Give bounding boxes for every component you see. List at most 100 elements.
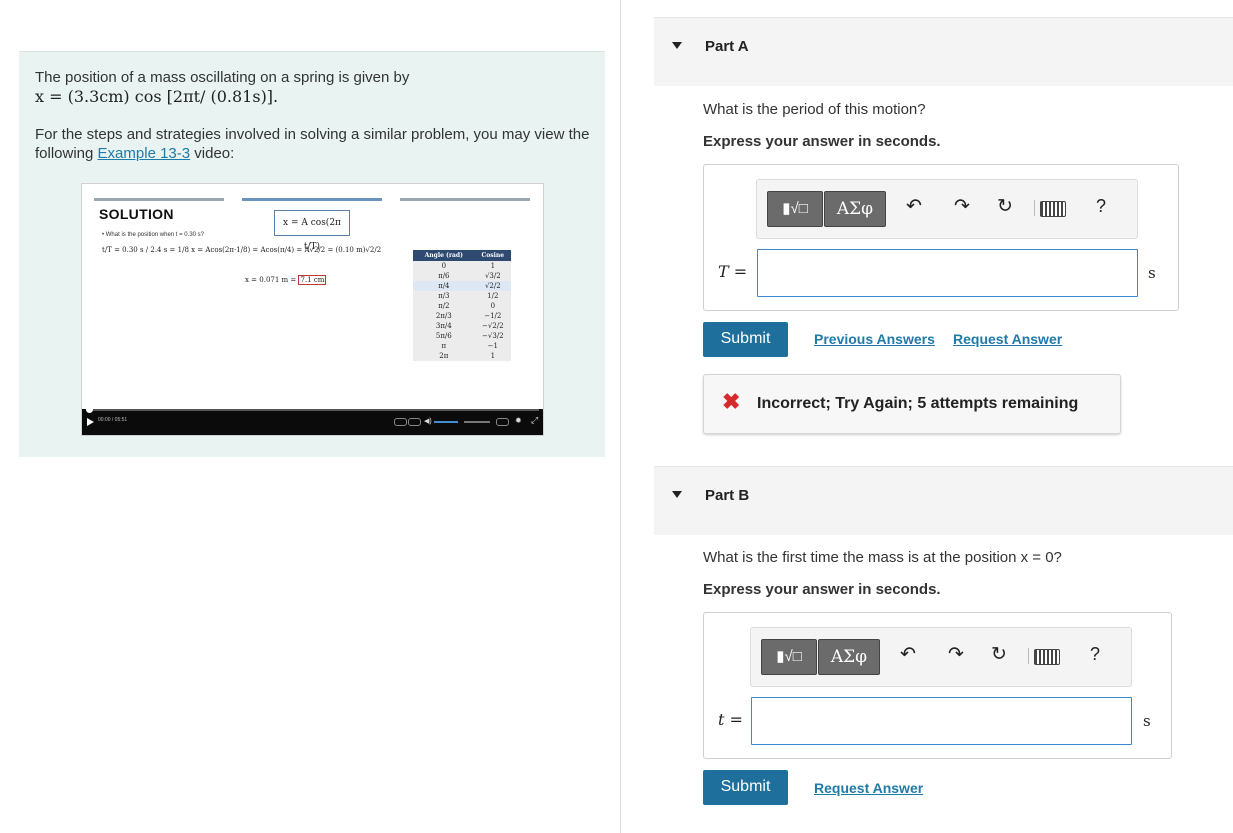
toolbar-separator <box>1034 200 1035 216</box>
cc-icon[interactable] <box>496 418 509 426</box>
problem-equation: x = (3.3cm) cos [2πt/ (0.81s)]. <box>35 87 279 106</box>
video-result: x = 0.071 m = 7.1 cm <box>245 275 327 285</box>
play-icon[interactable] <box>87 418 94 426</box>
error-x-icon: ✖ <box>722 389 741 414</box>
symbols-button[interactable]: ΑΣφ <box>824 191 886 227</box>
table-row: 2π/3 −1/2 <box>413 311 511 321</box>
problem-text: The position of a mass oscillating on a … <box>35 68 591 163</box>
feedback-message: ✖ Incorrect; Try Again; 5 attempts remai… <box>703 374 1121 434</box>
symbols-button[interactable]: ΑΣφ <box>818 639 880 675</box>
period-answer-input[interactable] <box>757 249 1138 297</box>
previous-answers-link[interactable]: Previous Answers <box>814 331 935 347</box>
time-answer-input[interactable] <box>751 697 1132 745</box>
table-cell: √3/2 <box>474 271 511 281</box>
undo-icon[interactable]: ↶ <box>900 645 916 665</box>
captions-icon[interactable] <box>408 418 421 426</box>
part-a-instruction: Express your answer in seconds. <box>703 133 941 150</box>
video-angle-table: Angle (rad) Cosine 01 π/6 √3/2 π/4 √2/2 π/… <box>413 250 511 361</box>
part-b-question: What is the first time the mass is at th… <box>703 549 1062 566</box>
part-b-title: Part B <box>705 487 750 504</box>
keyboard-icon[interactable] <box>1040 201 1066 217</box>
math-toolbar: ▮√□ ΑΣφ ↶ ↷ ↻ ? <box>750 627 1132 687</box>
help-button[interactable]: ? <box>1096 196 1106 217</box>
problem-panel: The position of a mass oscillating on a … <box>19 51 605 457</box>
reset-icon[interactable]: ↻ <box>991 645 1007 665</box>
part-a-answer-box: ▮√□ ΑΣφ ↶ ↷ ↻ ? T = s <box>703 164 1179 311</box>
caret-down-icon[interactable] <box>672 491 682 498</box>
volume-icon[interactable]: ◀) <box>424 417 432 425</box>
part-b-request-answer-link[interactable]: Request Answer <box>814 780 923 796</box>
help-button[interactable]: ? <box>1090 644 1100 665</box>
table-header: Angle (rad) <box>413 250 475 261</box>
math-toolbar: ▮√□ ΑΣφ ↶ ↷ ↻ ? <box>756 179 1138 239</box>
period-variable-label: T = <box>718 262 748 281</box>
table-cell: 0 <box>413 261 475 271</box>
video-progress-bar[interactable] <box>86 406 539 413</box>
redo-icon[interactable]: ↷ <box>954 197 970 217</box>
part-a-question: What is the period of this motion? <box>703 101 926 118</box>
video-formula-box: x = A cos(2π t/T) <box>274 210 350 252</box>
speed-slider[interactable] <box>464 421 490 423</box>
audio-description-icon[interactable] <box>394 418 407 426</box>
volume-slider[interactable] <box>434 421 458 423</box>
table-cell: 0 <box>474 301 511 311</box>
part-b-header[interactable]: Part B <box>654 466 1233 535</box>
part-a-title: Part A <box>705 38 749 55</box>
table-cell: π/6 <box>413 271 475 281</box>
table-cell: −√2/2 <box>474 321 511 331</box>
table-cell: 1 <box>474 261 511 271</box>
table-cell: −1 <box>474 341 511 351</box>
strategy-post: video: <box>194 145 235 162</box>
part-a-request-answer-link[interactable]: Request Answer <box>953 331 1062 347</box>
table-cell: π/3 <box>413 291 475 301</box>
video-calculation: t/T = 0.30 s / 2.4 s = 1/8 x = Acos(2π·1… <box>102 246 382 254</box>
part-a-submit-button[interactable]: Submit <box>703 322 788 357</box>
table-cell: 1/2 <box>474 291 511 301</box>
feedback-text: Incorrect; Try Again; 5 attempts remaini… <box>757 395 1079 412</box>
fullscreen-icon[interactable]: ⤢ <box>531 415 538 426</box>
table-row: π/6 √3/2 <box>413 271 511 281</box>
table-row: 2π 1 <box>413 351 511 361</box>
table-row: π/2 0 <box>413 301 511 311</box>
unit-label: s <box>1148 264 1156 282</box>
table-cell: −1/2 <box>474 311 511 321</box>
caret-down-icon[interactable] <box>672 42 682 49</box>
video-question: • What is the position when t = 0.30 s? <box>102 232 204 238</box>
column-divider <box>620 0 621 833</box>
unit-label: s <box>1143 712 1151 730</box>
video-slide-bars <box>82 198 543 202</box>
example-video-link[interactable]: Example 13-3 <box>98 145 191 162</box>
redo-icon[interactable]: ↷ <box>948 645 964 665</box>
video-result-boxed: 7.1 cm <box>298 275 327 285</box>
templates-button[interactable]: ▮√□ <box>761 639 817 675</box>
video-progress-handle[interactable] <box>86 406 93 413</box>
part-b-submit-button[interactable]: Submit <box>703 770 788 805</box>
video-solution-heading: SOLUTION <box>99 206 174 222</box>
part-b-answer-box: ▮√□ ΑΣφ ↶ ↷ ↻ ? t = s <box>703 612 1172 759</box>
table-cell: π <box>413 341 475 351</box>
table-cell: 2π/3 <box>413 311 475 321</box>
table-row: 5π/6 −√3/2 <box>413 331 511 341</box>
video-controls: 00:00 / 05:51 ◀) ✹ ⤢ <box>82 406 543 435</box>
table-cell: π/4 <box>413 281 475 291</box>
reset-icon[interactable]: ↻ <box>997 197 1013 217</box>
templates-button[interactable]: ▮√□ <box>767 191 823 227</box>
problem-intro: The position of a mass oscillating on a … <box>35 69 410 86</box>
strategy-text: For the steps and strategies involved in… <box>35 125 591 163</box>
table-cell: π/2 <box>413 301 475 311</box>
keyboard-icon[interactable] <box>1034 649 1060 665</box>
table-cell: 5π/6 <box>413 331 475 341</box>
table-cell: −√3/2 <box>474 331 511 341</box>
undo-icon[interactable]: ↶ <box>906 197 922 217</box>
time-variable-label: t = <box>718 710 743 729</box>
gear-icon[interactable]: ✹ <box>515 416 522 425</box>
table-cell: 3π/4 <box>413 321 475 331</box>
table-cell: 1 <box>474 351 511 361</box>
table-row: 3π/4 −√2/2 <box>413 321 511 331</box>
table-cell: √2/2 <box>474 281 511 291</box>
table-row: π/4 √2/2 <box>413 281 511 291</box>
part-a-header[interactable]: Part A <box>654 17 1233 86</box>
video-result-prefix: x = 0.071 m = <box>245 276 299 284</box>
example-video-player[interactable]: SOLUTION x = A cos(2π t/T) • What is the… <box>81 183 544 436</box>
table-cell: 2π <box>413 351 475 361</box>
